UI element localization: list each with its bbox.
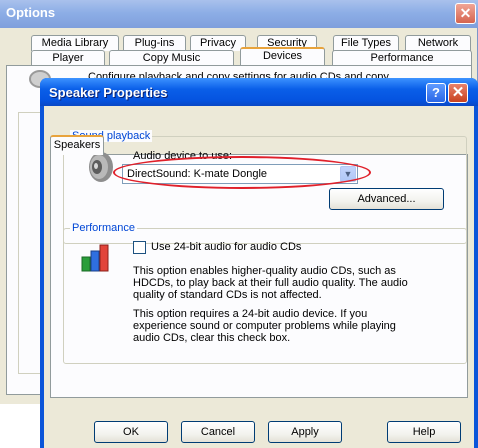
tab-label: Player [52,52,84,64]
performance-description-2: This option requires a 24-bit audio devi… [133,308,396,344]
title-help-button[interactable]: ? [426,83,446,103]
options-titlebar[interactable]: Options ✕ [0,0,478,28]
tab-media-library[interactable]: Media Library [31,35,119,51]
tab-privacy[interactable]: Privacy [190,35,246,51]
tab-label: Speakers [53,139,101,151]
tab-copy-music[interactable]: Copy Music [109,50,234,66]
chevron-down-icon[interactable]: ▼ [340,166,356,182]
tab-player[interactable]: Player [31,50,105,66]
tab-label: Plug-ins [134,37,175,49]
dialog-title: Speaker Properties [49,85,168,100]
tab-network[interactable]: Network [405,35,471,51]
tab-devices[interactable]: Devices [240,47,325,66]
help-button[interactable]: Help [387,421,461,443]
audio-device-select[interactable]: DirectSound: K-mate Dongle ▼ [122,164,358,184]
cancel-button-label: Cancel [200,426,236,438]
close-icon: ✕ [451,84,465,101]
tab-speakers[interactable]: Speakers [50,135,104,155]
tab-file-types[interactable]: File Types [333,35,399,51]
cancel-button[interactable]: Cancel [181,421,255,443]
performance-description-1: This option enables higher-quality audio… [133,265,408,301]
tab-label: Performance [370,52,434,64]
tab-performance[interactable]: Performance [332,50,472,66]
tab-label: Privacy [199,37,237,49]
options-device-list [18,112,42,374]
audio-device-label: Audio device to use: [133,150,233,162]
use-24bit-checkbox[interactable] [133,241,146,254]
options-close-button[interactable]: ✕ [455,3,476,24]
tab-label: Copy Music [142,52,201,64]
tab-label: Devices [262,50,303,62]
use-24bit-label: Use 24-bit audio for audio CDs [151,241,302,253]
group-label: Performance [70,222,137,234]
tab-plug-ins[interactable]: Plug-ins [123,35,186,51]
ok-button-label: OK [123,426,139,438]
title-close-button[interactable]: ✕ [448,83,468,103]
help-icon: ? [432,85,440,100]
tab-label: File Types [341,37,391,49]
ok-button[interactable]: OK [94,421,168,443]
apply-button[interactable]: Apply [268,421,342,443]
options-title: Options [6,5,56,20]
help-button-label: Help [412,426,436,438]
close-icon: ✕ [459,5,472,21]
audio-device-value: DirectSound: K-mate Dongle [127,168,268,180]
tab-label: Media Library [41,37,109,49]
performance-chart-icon [81,244,109,272]
speaker-icon [89,152,113,182]
advanced-button[interactable]: Advanced... [329,188,444,210]
advanced-button-label: Advanced... [357,193,416,205]
tab-label: Network [417,37,459,49]
apply-button-label: Apply [291,426,319,438]
dialog-titlebar[interactable]: Speaker Properties ? ✕ [40,78,478,106]
